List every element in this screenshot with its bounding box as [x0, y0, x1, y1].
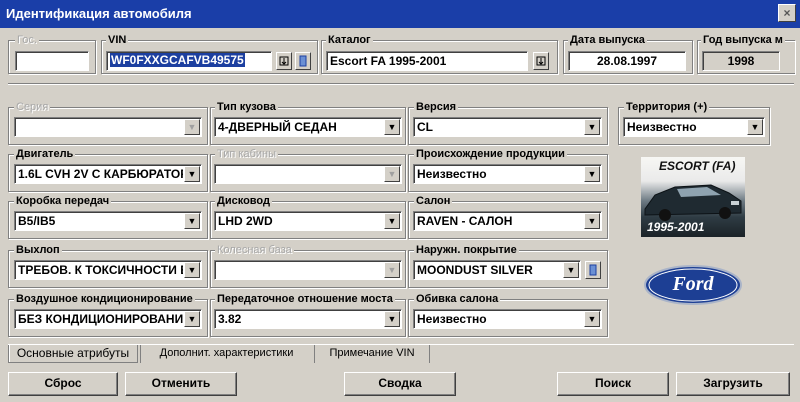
drive-label: Дисковод [215, 195, 272, 207]
chevron-down-icon: ▼ [384, 166, 400, 182]
cab-type-label: Тип кабины [215, 148, 278, 160]
vin-refresh-button[interactable] [295, 52, 311, 70]
engine-label: Двигатель [14, 148, 76, 160]
drive-select[interactable]: LHD 2WD ▼ [214, 211, 402, 231]
territory-value: Неизвестно [627, 120, 697, 134]
exhaust-label: Выхлоп [14, 244, 62, 256]
refresh-icon [299, 55, 307, 67]
title-bar: Идентификация автомобиля × [0, 0, 800, 28]
wheelbase-select[interactable]: ▼ [214, 260, 402, 280]
chevron-down-icon: ▼ [184, 119, 200, 135]
save-icon [536, 56, 546, 66]
exhaust-select[interactable]: ТРЕБОВ. К ТОКСИЧНОСТИ E ▼ [14, 260, 202, 280]
reset-button[interactable]: Сброс [8, 372, 118, 396]
load-button[interactable]: Загрузить [676, 372, 790, 396]
exterior-paint-value: MOONDUST SILVER [417, 263, 533, 277]
gos-input[interactable] [15, 51, 89, 71]
engine-value: 1.6L CVH 2V С КАРБЮРАТОР [18, 167, 183, 181]
refresh-icon [589, 264, 597, 276]
chevron-down-icon: ▼ [384, 213, 400, 229]
catalog-input[interactable]: Escort FA 1995-2001 [326, 51, 528, 71]
catalog-label: Каталог [326, 34, 373, 46]
summary-button[interactable]: Сводка [344, 372, 456, 396]
chevron-down-icon: ▼ [584, 213, 600, 229]
search-button[interactable]: Поиск [557, 372, 669, 396]
chevron-down-icon: ▼ [184, 262, 200, 278]
upholstery-select[interactable]: Неизвестно ▼ [413, 309, 602, 329]
vin-save-button[interactable] [276, 52, 292, 70]
origin-select[interactable]: Неизвестно ▼ [413, 164, 602, 184]
release-year-input[interactable]: 1998 [702, 51, 780, 71]
interior-value: RAVEN - САЛОН [417, 214, 513, 228]
series-label: Серия [14, 101, 51, 113]
gearbox-select[interactable]: B5/IB5 ▼ [14, 211, 202, 231]
gos-label: Гос. [15, 34, 39, 46]
car-image-years: 1995-2001 [647, 220, 705, 234]
vin-input[interactable]: WF0FXXGCAFVB49575 [106, 51, 272, 71]
version-value: CL [417, 120, 433, 134]
series-select[interactable]: ▼ [14, 117, 202, 137]
save-icon [279, 56, 289, 66]
version-label: Версия [414, 101, 459, 113]
territory-label: Территория (+) [624, 101, 710, 113]
exhaust-value: ТРЕБОВ. К ТОКСИЧНОСТИ E [18, 263, 183, 277]
interior-label: Салон [414, 195, 453, 207]
chevron-down-icon: ▼ [563, 262, 579, 278]
release-year-label: Год выпуска м [701, 34, 785, 46]
origin-value: Неизвестно [417, 167, 487, 181]
body-type-label: Тип кузова [215, 101, 278, 113]
gearbox-value: B5/IB5 [18, 214, 56, 228]
vin-label: VIN [106, 34, 129, 46]
window-title: Идентификация автомобиля [6, 6, 192, 21]
exterior-paint-label: Наружн. покрытие [414, 244, 519, 256]
top-separator [8, 83, 794, 85]
car-image: ESCORT (FA) 1995-2001 [641, 157, 745, 237]
car-illustration [644, 184, 742, 221]
cab-type-select[interactable]: ▼ [214, 164, 402, 184]
upholstery-label: Обивка салона [414, 293, 501, 305]
tab-vin-note[interactable]: Примечание VIN [314, 345, 430, 363]
chevron-down-icon: ▼ [184, 166, 200, 182]
gear-ratio-label: Передаточное отношение моста [215, 293, 395, 305]
close-button[interactable]: × [778, 4, 796, 22]
drive-value: LHD 2WD [218, 214, 273, 228]
wheelbase-label: Колесная база [215, 244, 294, 256]
chevron-down-icon: ▼ [584, 119, 600, 135]
territory-select[interactable]: Неизвестно ▼ [623, 117, 765, 137]
air-conditioning-select[interactable]: БЕЗ КОНДИЦИОНИРОВАНИЯ ▼ [14, 309, 202, 329]
origin-label: Происхождение продукции [414, 148, 567, 160]
engine-select[interactable]: 1.6L CVH 2V С КАРБЮРАТОР ▼ [14, 164, 202, 184]
upholstery-value: Неизвестно [417, 312, 487, 326]
chevron-down-icon: ▼ [584, 311, 600, 327]
body-type-select[interactable]: 4-ДВЕРНЫЙ СЕДАН ▼ [214, 117, 402, 137]
interior-select[interactable]: RAVEN - САЛОН ▼ [413, 211, 602, 231]
chevron-down-icon: ▼ [747, 119, 763, 135]
gear-ratio-select[interactable]: 3.82 ▼ [214, 309, 402, 329]
air-conditioning-label: Воздушное кондиционирование [14, 293, 195, 305]
release-date-input[interactable]: 28.08.1997 [568, 51, 686, 71]
exterior-paint-select[interactable]: MOONDUST SILVER ▼ [413, 260, 581, 280]
chevron-down-icon: ▼ [384, 119, 400, 135]
chevron-down-icon: ▼ [584, 166, 600, 182]
gearbox-label: Коробка передач [14, 195, 112, 207]
ford-logo-text: Ford [672, 273, 714, 295]
release-date-label: Дата выпуска [568, 34, 647, 46]
chevron-down-icon: ▼ [384, 311, 400, 327]
chevron-down-icon: ▼ [184, 213, 200, 229]
car-image-title: ESCORT (FA) [659, 159, 736, 173]
catalog-save-button[interactable] [533, 52, 549, 70]
version-select[interactable]: CL ▼ [413, 117, 602, 137]
gear-ratio-value: 3.82 [218, 312, 242, 326]
vin-value: WF0FXXGCAFVB49575 [110, 53, 245, 67]
paint-refresh-button[interactable] [585, 261, 601, 279]
chevron-down-icon: ▼ [184, 311, 200, 327]
ford-logo: Ford [643, 264, 743, 306]
body-type-value: 4-ДВЕРНЫЙ СЕДАН [218, 120, 337, 134]
cancel-button[interactable]: Отменить [125, 372, 237, 396]
air-conditioning-value: БЕЗ КОНДИЦИОНИРОВАНИЯ [18, 312, 183, 326]
tab-extra-characteristics[interactable]: Дополнит. характеристики [140, 345, 312, 363]
chevron-down-icon: ▼ [384, 262, 400, 278]
tab-main-attributes[interactable]: Основные атрибуты [8, 345, 138, 363]
